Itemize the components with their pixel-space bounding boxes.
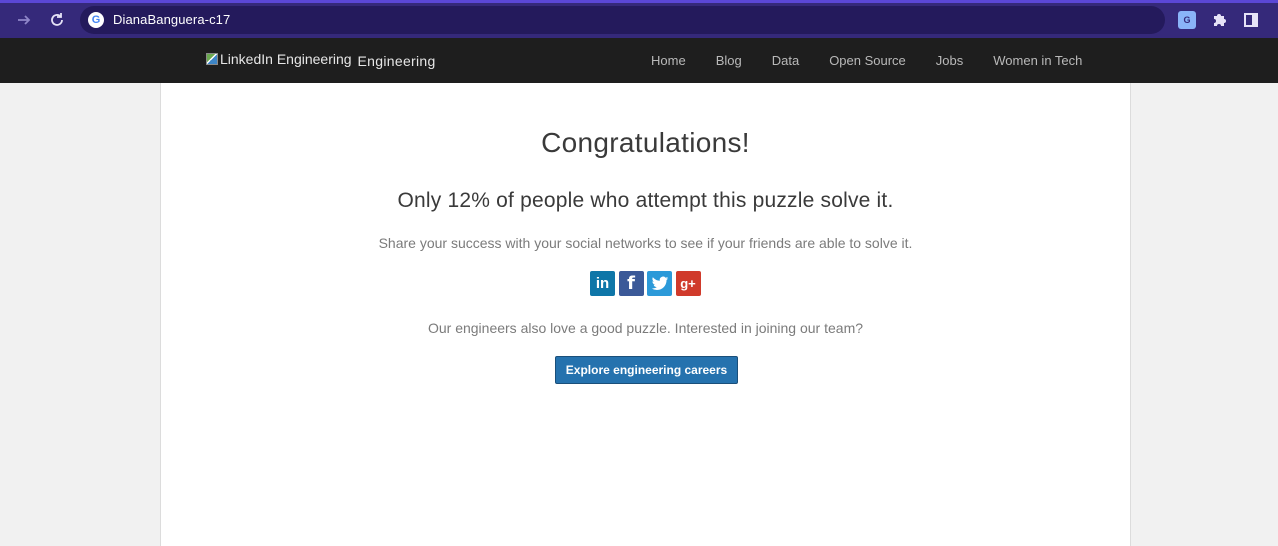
google-icon: G — [88, 12, 104, 28]
linkedin-logo[interactable]: LinkedIn Engineering — [206, 51, 352, 67]
brand-name[interactable]: Engineering — [358, 53, 436, 69]
nav-open-source[interactable]: Open Source — [829, 53, 906, 68]
address-bar[interactable]: G DianaBanguera-c17 — [80, 6, 1165, 34]
reload-icon[interactable] — [45, 8, 69, 32]
twitter-share-icon[interactable] — [647, 271, 672, 296]
extensions-puzzle-icon[interactable] — [1210, 11, 1228, 29]
nav-jobs[interactable]: Jobs — [936, 53, 963, 68]
side-panel-icon[interactable] — [1242, 11, 1260, 29]
nav-women-in-tech[interactable]: Women in Tech — [993, 53, 1082, 68]
logo-alt-text: LinkedIn Engineering — [220, 51, 352, 67]
nav-data[interactable]: Data — [772, 53, 799, 68]
nav-blog[interactable]: Blog — [716, 53, 742, 68]
google-plus-share-icon[interactable]: g+ — [675, 271, 701, 296]
nav-home[interactable]: Home — [651, 53, 686, 68]
page-title: Congratulations! — [541, 127, 750, 158]
broken-image-icon — [206, 53, 218, 65]
content-card: Congratulations! Only 12% of people who … — [160, 83, 1131, 546]
translate-icon[interactable]: G — [1178, 11, 1196, 29]
arrow-right-icon[interactable] — [12, 8, 36, 32]
linkedin-share-icon[interactable]: in — [590, 271, 615, 296]
browser-toolbar: G DianaBanguera-c17 G — [0, 0, 1278, 38]
brand[interactable]: LinkedIn Engineering Engineering — [206, 51, 436, 69]
explore-careers-button[interactable]: Explore engineering careers — [555, 356, 738, 384]
main-nav: Home Blog Data Open Source Jobs Women in… — [651, 53, 1082, 68]
share-prompt: Share your success with your social netw… — [378, 235, 913, 251]
stat-line: Only 12% of people who attempt this puzz… — [397, 189, 894, 212]
site-header: LinkedIn Engineering Engineering Home Bl… — [0, 38, 1278, 83]
social-share-row: in f g+ — [590, 271, 704, 296]
url-text: DianaBanguera-c17 — [113, 12, 231, 27]
facebook-share-icon[interactable]: f — [618, 271, 644, 296]
engineers-prompt: Our engineers also love a good puzzle. I… — [427, 320, 864, 336]
